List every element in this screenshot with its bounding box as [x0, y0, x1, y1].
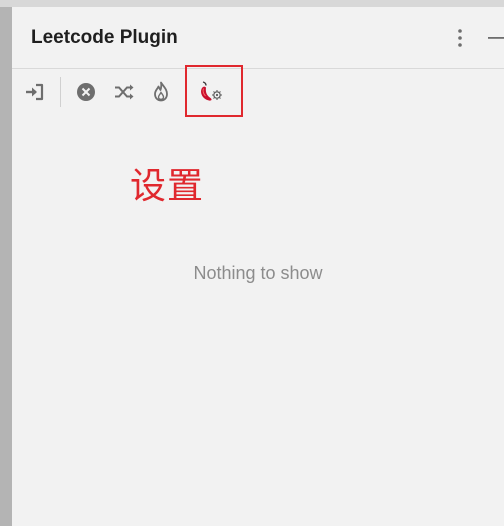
- settings-annotation-label: 设置: [130, 166, 205, 207]
- close-circle-icon[interactable]: [73, 79, 99, 105]
- sign-in-icon[interactable]: [22, 79, 48, 105]
- window-top-strip: [0, 0, 504, 7]
- flame-icon[interactable]: [148, 79, 174, 105]
- window-left-edge: [0, 7, 12, 526]
- tool-window-frame: Leetcode Plugin 设置 Nothing to show: [0, 0, 504, 526]
- empty-state-message: Nothing to show: [193, 263, 323, 283]
- leetcode-tool-window: Leetcode Plugin 设置 Nothing to show: [12, 7, 504, 526]
- toolbar-divider: [60, 77, 61, 107]
- chili-settings-icon[interactable]: [197, 79, 227, 105]
- tool-window-title: Leetcode Plugin: [31, 27, 178, 48]
- tool-window-header: Leetcode Plugin: [12, 7, 504, 69]
- toolbar: [12, 69, 504, 115]
- shuffle-icon[interactable]: [111, 79, 137, 105]
- minimize-icon[interactable]: [486, 25, 504, 51]
- more-vertical-icon[interactable]: [450, 25, 470, 51]
